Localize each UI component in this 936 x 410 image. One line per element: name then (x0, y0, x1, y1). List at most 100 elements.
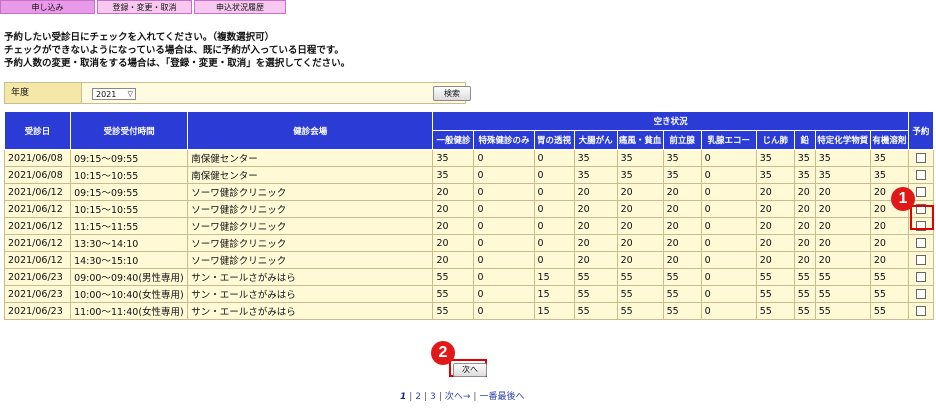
reserve-checkbox[interactable] (915, 306, 926, 316)
cell-availability: 0 (473, 200, 535, 218)
cell-venue: サン・エールさがみはら (187, 285, 434, 303)
cell-venue: サン・エールさがみはら (187, 302, 434, 320)
cell-availability: 20 (432, 200, 475, 218)
year-select-value: 2021 (96, 90, 117, 99)
cell-time: 13:30～14:10 (70, 234, 189, 252)
cell-availability: 20 (793, 251, 816, 269)
cell-availability: 0 (700, 302, 757, 320)
cell-date: 2021/06/12 (3, 200, 72, 218)
tab-bar: 申し込み 登録・変更・取消 申込状況履歴 (0, 0, 288, 15)
cell-availability: 20 (616, 200, 664, 218)
reserve-checkbox[interactable] (915, 289, 926, 299)
year-select[interactable]: 2021 ▽ (92, 88, 136, 100)
cell-availability: 55 (432, 268, 475, 286)
cell-availability: 20 (793, 234, 816, 252)
cell-venue: ソーワ健診クリニック (187, 251, 434, 269)
schedule-table: 受診日 受診受付時間 健診会場 空き状況 予約 一般健診 特殊健診のみ 胃の透視 大腸… (3, 111, 935, 320)
instruction-line: 予約したい受診日にチェックを入れてください。（複数選択可） (4, 32, 275, 43)
next-button[interactable]: 次へ (453, 363, 487, 377)
cell-availability: 20 (573, 183, 618, 201)
cell-venue: サン・エールさがみはら (187, 268, 434, 286)
tab-application-history[interactable]: 申込状況履歴 (194, 0, 286, 14)
cell-availability: 20 (793, 217, 816, 235)
subheader-cell: 胃の透視 (533, 130, 575, 150)
reserve-checkbox[interactable] (915, 238, 926, 248)
reserve-checkbox[interactable] (915, 153, 926, 163)
pager-last-link[interactable]: 一番最後へ (479, 392, 524, 402)
cell-availability: 35 (793, 166, 816, 184)
cell-availability: 20 (616, 183, 664, 201)
table-row: 2021/06/12 14:30～15:10 ソーワ健診クリニック 20 0 0 20 20 2… (3, 251, 935, 269)
pager-page-3[interactable]: 3 (430, 392, 436, 402)
cell-availability: 55 (573, 268, 618, 286)
instructions: 予約したい受診日にチェックを入れてください。（複数選択可） チェックができないよ… (4, 31, 350, 70)
cell-availability: 55 (793, 302, 816, 320)
cell-availability: 0 (473, 234, 535, 252)
cell-time: 09:15～09:55 (70, 183, 189, 201)
cell-availability: 0 (700, 183, 757, 201)
cell-availability: 35 (616, 149, 664, 167)
cell-time: 11:15～11:55 (70, 217, 189, 235)
cell-venue: ソーワ健診クリニック (187, 183, 434, 201)
cell-availability: 20 (616, 251, 664, 269)
header-reserve: 予約 (907, 111, 935, 150)
reserve-checkbox[interactable] (915, 272, 926, 282)
cell-availability: 20 (793, 200, 816, 218)
search-button[interactable]: 検索 (433, 86, 471, 101)
subheader-cell: 乳腺エコー (700, 130, 757, 150)
cell-availability: 55 (869, 285, 909, 303)
instruction-line: 予約人数の変更・取消をする場合は、「登録・変更・取消」を選択してください。 (4, 58, 351, 69)
cell-availability: 0 (700, 166, 757, 184)
cell-availability: 20 (432, 251, 475, 269)
cell-time: 09:00～09:40(男性専用) (70, 268, 189, 286)
cell-availability: 20 (755, 234, 795, 252)
cell-availability: 55 (573, 285, 618, 303)
header-time: 受診受付時間 (70, 111, 189, 150)
cell-availability: 55 (616, 268, 664, 286)
cell-availability: 35 (616, 166, 664, 184)
reserve-checkbox[interactable] (915, 255, 926, 265)
callout-badge-2: 2 (431, 341, 455, 365)
reserve-checkbox[interactable] (915, 187, 926, 197)
cell-availability: 55 (662, 302, 702, 320)
cell-availability: 20 (432, 217, 475, 235)
cell-availability: 0 (473, 166, 535, 184)
cell-venue: ソーワ健診クリニック (187, 200, 434, 218)
subheader-cell: じん肺 (755, 130, 795, 150)
tab-register-change-cancel[interactable]: 登録・変更・取消 (97, 0, 192, 14)
tab-apply[interactable]: 申し込み (0, 0, 95, 14)
cell-availability: 15 (533, 302, 575, 320)
cell-availability: 55 (616, 302, 664, 320)
cell-availability: 20 (432, 234, 475, 252)
table-row: 2021/06/23 09:00～09:40(男性専用) サン・エールさがみはら 55… (3, 268, 935, 286)
reserve-checkbox[interactable] (915, 170, 926, 180)
cell-availability: 20 (755, 200, 795, 218)
cell-availability: 55 (869, 302, 909, 320)
cell-venue: ソーワ健診クリニック (187, 234, 434, 252)
cell-date: 2021/06/12 (3, 217, 72, 235)
highlight-box-next: 次へ (449, 359, 487, 377)
cell-availability: 35 (432, 149, 475, 167)
cell-reserve (907, 268, 935, 286)
cell-availability: 20 (573, 234, 618, 252)
pagination: 1 | 2 | 3 | 次へ→ | 一番最後へ (400, 392, 525, 402)
pager-current-page: 1 (400, 392, 407, 402)
cell-availability: 55 (432, 302, 475, 320)
cell-availability: 35 (432, 166, 475, 184)
cell-availability: 0 (473, 268, 535, 286)
cell-availability: 0 (533, 217, 575, 235)
cell-availability: 35 (869, 149, 909, 167)
cell-availability: 0 (533, 251, 575, 269)
cell-availability: 20 (755, 183, 795, 201)
subheader-cell: 鉛 (793, 130, 816, 150)
cell-time: 11:00～11:40(女性専用) (70, 302, 189, 320)
cell-reserve (907, 166, 935, 184)
pager-next-link[interactable]: 次へ→ (445, 392, 471, 402)
cell-date: 2021/06/23 (3, 285, 72, 303)
pager-page-2[interactable]: 2 (415, 392, 421, 402)
cell-availability: 20 (662, 217, 702, 235)
cell-availability: 35 (814, 166, 871, 184)
cell-date: 2021/06/08 (3, 149, 72, 167)
cell-availability: 15 (533, 285, 575, 303)
cell-availability: 55 (793, 268, 816, 286)
